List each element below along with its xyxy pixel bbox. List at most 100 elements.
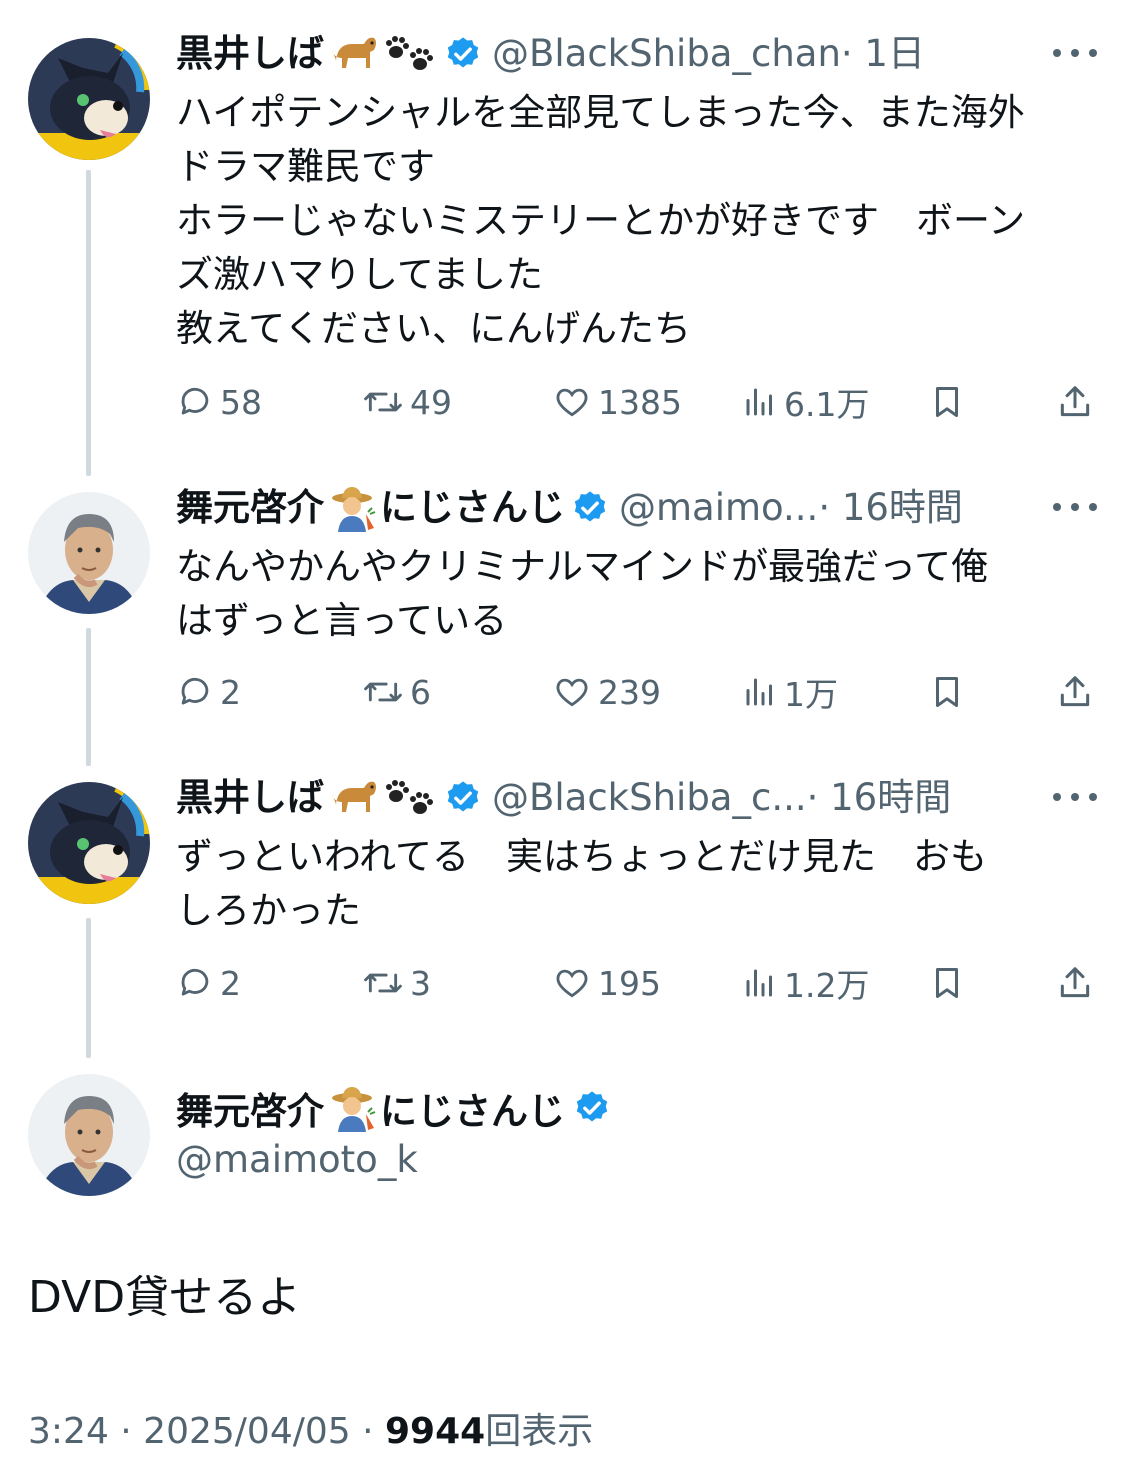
views-button[interactable]: 6.1万 [742,377,869,427]
tweet-time[interactable]: · 16時間 [818,484,963,532]
views-icon [746,969,772,997]
display-name[interactable]: 黒井しば [176,30,324,78]
avatar-maimoto[interactable] [28,1074,150,1196]
view-count: 6.1万 [784,385,870,424]
dog-emoji-icon [328,32,380,76]
bookmark-button[interactable] [928,377,966,427]
heart-icon [556,678,588,707]
text-line: なんやかんやクリミナルマインドが最強だって俺 [176,545,989,588]
more-icon[interactable] [1053,492,1097,522]
retweet-button[interactable]: 49 [362,377,452,427]
retweet-button[interactable]: 6 [362,667,431,717]
text-line: ホラーじゃないミステリーとかが好きです ボーン [176,199,1026,242]
tweet-1[interactable]: 黒井しば @BlackShiba_chan · 1日 ハイポテンシャルを全部見て… [176,30,1097,430]
bookmark-icon [935,968,959,998]
text-line: ずっといわれてる 実はちょっとだけ見た おも [176,835,988,878]
main-name-row: 舞元啓介 にじさんじ [176,1082,611,1134]
retweet-count: 6 [410,672,431,712]
retweet-count: 49 [410,382,452,422]
display-name[interactable]: 舞元啓介 [176,484,324,532]
reply-count: 58 [220,382,262,422]
reply-count: 2 [220,672,241,712]
bookmark-button[interactable] [928,958,966,1008]
view-count: 1.2万 [784,966,870,1005]
reply-icon [181,677,209,705]
tweet-time[interactable]: · 16時間 [807,774,952,822]
share-icon [1060,386,1090,417]
retweet-icon [364,392,402,412]
verified-badge-icon [444,779,482,817]
display-name-suffix[interactable]: にじさんじ [380,1081,565,1135]
tweet-2[interactable]: 舞元啓介 にじさんじ @maimo... · 16時間 なんやかんやクリミナルマ… [176,484,1097,724]
main-tweet-text: DVD貸せるよ [28,1272,302,1323]
paw-prints-icon [384,776,438,820]
tweet-header: 黒井しば @BlackShiba_c... · 16時間 [176,774,951,822]
thread-line [86,628,91,766]
share-button[interactable] [1056,958,1094,1008]
dog-emoji-icon [328,776,380,820]
tweet-text: ずっといわれてる 実はちょっとだけ見た おも しろかった [176,830,987,938]
share-button[interactable] [1056,377,1094,427]
share-button[interactable] [1056,667,1094,717]
action-bar: 2 6 239 1万 [176,667,1097,717]
reply-icon [181,968,209,996]
action-bar: 2 3 195 1.2万 [176,958,1097,1008]
reply-button[interactable]: 2 [176,958,241,1008]
more-icon[interactable] [1053,782,1097,812]
like-count: 195 [598,963,661,1003]
reply-button[interactable]: 58 [176,377,262,427]
views-button[interactable]: 1.2万 [742,958,869,1008]
heart-icon [556,388,588,417]
text-line: ドラマ難民です [176,145,435,188]
view-count: 9944 [385,1411,486,1452]
verified-badge-icon [444,35,482,73]
user-handle[interactable]: @BlackShiba_chan [492,30,841,78]
heart-icon [556,969,588,998]
verified-badge-icon [571,489,609,527]
display-name-suffix[interactable]: にじさんじ [380,484,565,532]
display-name[interactable]: 舞元啓介 [176,1081,324,1135]
avatar-maimoto[interactable] [28,492,150,614]
thread-line [86,918,91,1058]
view-count: 1万 [784,675,838,714]
reply-button[interactable]: 2 [176,667,241,717]
views-button[interactable]: 1万 [742,667,838,717]
share-icon [1060,967,1090,998]
user-handle[interactable]: @maimo... [619,484,818,532]
like-count: 239 [598,672,661,712]
more-icon[interactable] [1053,38,1097,68]
like-button[interactable]: 1385 [552,377,682,427]
avatar-blackshiba[interactable] [28,782,150,904]
avatar-blackshiba[interactable] [28,38,150,160]
tweet-text: なんやかんやクリミナルマインドが最強だって俺 はずっと言っている [176,540,988,648]
tweet-timestamp[interactable]: 3:24 · 2025/04/05 · [28,1411,385,1452]
bookmark-button[interactable] [928,667,966,717]
retweet-icon [364,682,402,702]
text-line: 教えてください、にんげんたち [176,307,692,350]
tweet-meta: 3:24 · 2025/04/05 · 9944回表示 [28,1408,593,1456]
text-line: ハイポテンシャルを全部見てしまった今、また海外 [176,91,1025,134]
display-name[interactable]: 黒井しば [176,774,324,822]
retweet-button[interactable]: 3 [362,958,431,1008]
tweet-text: ハイポテンシャルを全部見てしまった今、また海外 ドラマ難民です ホラーじゃないミ… [176,86,1025,356]
like-count: 1385 [598,382,682,422]
text-line: はずっと言っている [176,599,508,642]
tweet-header: 黒井しば @BlackShiba_chan · 1日 [176,30,925,78]
views-icon [746,388,772,416]
like-button[interactable]: 195 [552,958,661,1008]
share-icon [1060,676,1090,707]
action-bar: 58 49 1385 6.1万 [176,377,1097,427]
user-handle[interactable]: @maimoto_k [176,1134,611,1186]
tweet-time[interactable]: · 1日 [841,30,925,78]
tweet-header: 舞元啓介 にじさんじ @maimo... · 16時間 [176,484,963,532]
text-line: ズ激ハマりしてました [176,253,544,296]
farmer-emoji-icon [328,484,380,532]
paw-prints-icon [384,32,438,76]
bookmark-icon [935,677,959,707]
text-line: しろかった [176,889,361,932]
like-button[interactable]: 239 [552,667,661,717]
views-icon [746,678,772,706]
tweet-3[interactable]: 黒井しば @BlackShiba_c... · 16時間 ずっといわれてる 実は… [176,774,1097,1014]
user-handle[interactable]: @BlackShiba_c... [492,774,807,822]
thread-line [86,170,91,476]
